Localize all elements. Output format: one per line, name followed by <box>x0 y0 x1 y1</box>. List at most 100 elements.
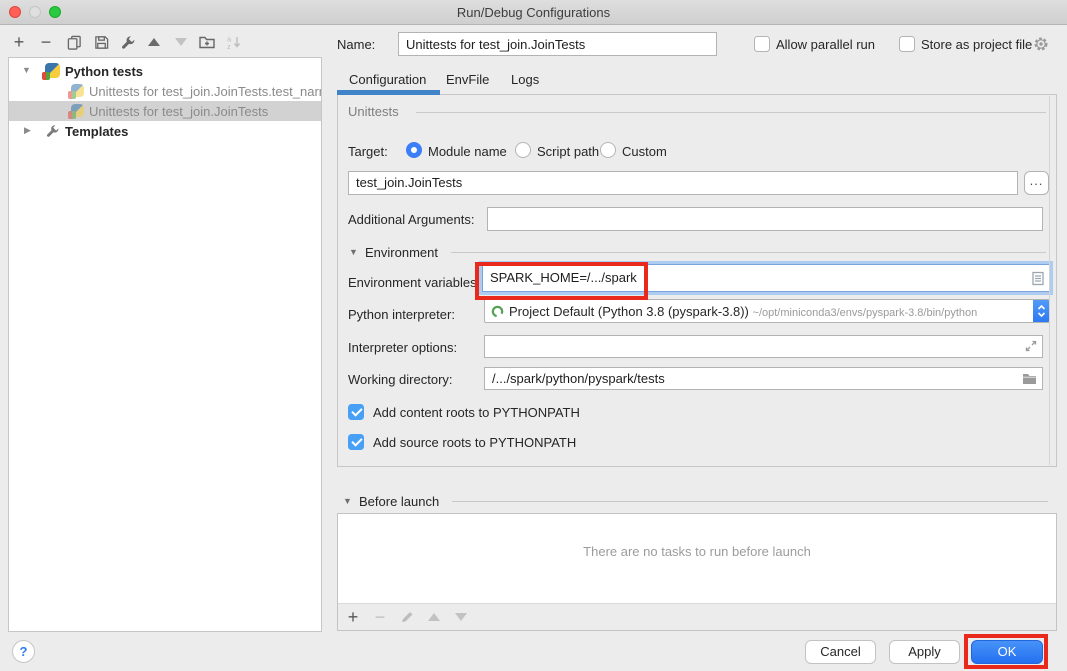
interpreter-options-input[interactable] <box>484 335 1043 358</box>
expand-icon <box>1025 340 1037 352</box>
before-launch-toolbar: + − <box>338 603 1056 630</box>
save-icon <box>94 35 109 50</box>
browse-module-button[interactable]: ... <box>1024 171 1049 195</box>
module-name-input[interactable]: test_join.JoinTests <box>348 171 1018 195</box>
tab-envfile[interactable]: EnvFile <box>446 72 489 87</box>
add-configuration-button[interactable]: + <box>9 32 29 52</box>
before-launch-divider <box>452 501 1048 502</box>
interpreter-dropdown-button[interactable] <box>1033 299 1050 323</box>
stepper-chevrons-icon <box>1037 304 1046 318</box>
store-as-project-file-checkbox[interactable] <box>899 36 915 52</box>
remove-configuration-button[interactable]: − <box>36 32 56 52</box>
tree-item-label: Unittests for test_join.JoinTests.test_n… <box>89 84 322 99</box>
target-script-path-label: Script path <box>537 144 599 159</box>
test-badge-icon <box>68 111 76 119</box>
ok-button[interactable]: OK <box>971 640 1043 664</box>
target-custom-label: Custom <box>622 144 667 159</box>
title-bar: Run/Debug Configurations <box>0 0 1067 25</box>
before-launch-panel: There are no tasks to run before launch … <box>337 513 1057 631</box>
additional-arguments-input[interactable] <box>487 207 1043 231</box>
arrow-up-icon <box>428 613 440 621</box>
unittests-group-title: Unittests <box>348 104 399 119</box>
python-interpreter-select[interactable]: Project Default (Python 3.8 (pyspark-3.8… <box>484 299 1050 323</box>
copy-configuration-button[interactable] <box>64 32 84 52</box>
working-directory-value: /.../spark/python/pyspark/tests <box>492 371 665 386</box>
templates-wrench-icon <box>46 124 60 138</box>
arrow-down-icon <box>455 613 467 621</box>
cancel-button[interactable]: Cancel <box>805 640 876 664</box>
target-script-path-radio[interactable] <box>515 142 531 158</box>
environment-variables-input[interactable]: SPARK_HOME=/.../spark <box>482 264 1050 292</box>
environment-section-title: Environment <box>365 245 438 260</box>
add-source-roots-checkbox[interactable] <box>348 434 364 450</box>
copy-icon <box>67 35 82 50</box>
python-interpreter-value: Project Default (Python 3.8 (pyspark-3.8… <box>509 304 749 319</box>
scrollbar-track[interactable] <box>1049 96 1056 465</box>
add-content-roots-checkbox[interactable] <box>348 404 364 420</box>
apply-button[interactable]: Apply <box>889 640 960 664</box>
gear-icon <box>1033 36 1049 52</box>
add-source-roots-label: Add source roots to PYTHONPATH <box>373 435 576 450</box>
allow-parallel-run-label: Allow parallel run <box>776 37 875 52</box>
remove-task-button[interactable]: − <box>370 607 390 627</box>
tree-item-python-tests[interactable]: ▼ Python tests <box>9 61 321 81</box>
additional-arguments-label: Additional Arguments: <box>348 212 474 227</box>
browse-directory-button[interactable] <box>1022 373 1037 388</box>
move-up-button[interactable] <box>144 32 164 52</box>
save-configuration-button[interactable] <box>91 32 111 52</box>
tree-item-label: Templates <box>65 124 128 139</box>
tab-logs[interactable]: Logs <box>511 72 539 87</box>
help-button[interactable]: ? <box>12 640 35 663</box>
tree-item-label: Python tests <box>65 64 143 79</box>
move-down-button[interactable] <box>171 32 191 52</box>
target-module-name-radio[interactable] <box>406 142 422 158</box>
arrow-down-icon <box>175 38 187 46</box>
test-badge-icon <box>42 72 50 80</box>
active-tab-underline <box>337 90 440 95</box>
environment-variables-label: Environment variables: <box>348 275 480 290</box>
edit-variables-button[interactable] <box>1032 271 1044 289</box>
target-module-name-label: Module name <box>428 144 507 159</box>
before-launch-empty-message: There are no tasks to run before launch <box>338 544 1056 559</box>
new-folder-button[interactable] <box>197 32 217 52</box>
section-divider <box>451 252 1046 253</box>
collapse-toggle-icon[interactable]: ▼ <box>22 65 31 75</box>
edit-task-button[interactable] <box>397 607 417 627</box>
before-launch-title: Before launch <box>359 494 439 509</box>
minus-icon: − <box>41 33 52 51</box>
move-task-down-button[interactable] <box>451 607 471 627</box>
conda-env-icon <box>491 305 504 321</box>
arrow-up-icon <box>148 38 160 46</box>
plus-icon: + <box>14 33 25 51</box>
expand-toggle-icon[interactable]: ▶ <box>24 125 31 136</box>
edit-templates-button[interactable] <box>118 32 138 52</box>
tree-item-unittests-test-narrow[interactable]: Unittests for test_join.JoinTests.test_n… <box>9 81 321 101</box>
tree-item-templates[interactable]: ▶ Templates <box>9 121 321 141</box>
environment-variables-value: SPARK_HOME=/.../spark <box>490 270 637 285</box>
allow-parallel-run-checkbox[interactable] <box>754 36 770 52</box>
python-interpreter-path: ~/opt/miniconda3/envs/pyspark-3.8/bin/py… <box>753 307 978 319</box>
tab-configuration[interactable]: Configuration <box>349 72 426 87</box>
plus-icon: + <box>348 608 359 626</box>
target-label: Target: <box>348 144 388 159</box>
new-folder-icon <box>199 35 215 49</box>
move-task-up-button[interactable] <box>424 607 444 627</box>
tree-item-unittests-jointests[interactable]: Unittests for test_join.JoinTests <box>9 101 321 121</box>
python-config-icon <box>71 84 84 97</box>
window-title: Run/Debug Configurations <box>0 5 1067 20</box>
tree-item-label: Unittests for test_join.JoinTests <box>89 104 268 119</box>
add-content-roots-label: Add content roots to PYTHONPATH <box>373 405 580 420</box>
test-badge-icon <box>68 91 76 99</box>
target-custom-radio[interactable] <box>600 142 616 158</box>
group-divider <box>416 112 1046 113</box>
working-directory-input[interactable]: /.../spark/python/pyspark/tests <box>484 367 1043 390</box>
name-input[interactable] <box>398 32 717 56</box>
store-options-gear-button[interactable] <box>1033 36 1049 55</box>
environment-collapse-icon[interactable]: ▼ <box>349 247 358 257</box>
interpreter-options-label: Interpreter options: <box>348 340 457 355</box>
before-launch-collapse-icon[interactable]: ▼ <box>343 496 352 506</box>
add-task-button[interactable]: + <box>343 607 363 627</box>
sort-configurations-button[interactable]: az <box>224 32 244 52</box>
configuration-panel: Unittests Target: Module name Script pat… <box>337 94 1057 467</box>
expand-field-button[interactable] <box>1025 340 1037 355</box>
